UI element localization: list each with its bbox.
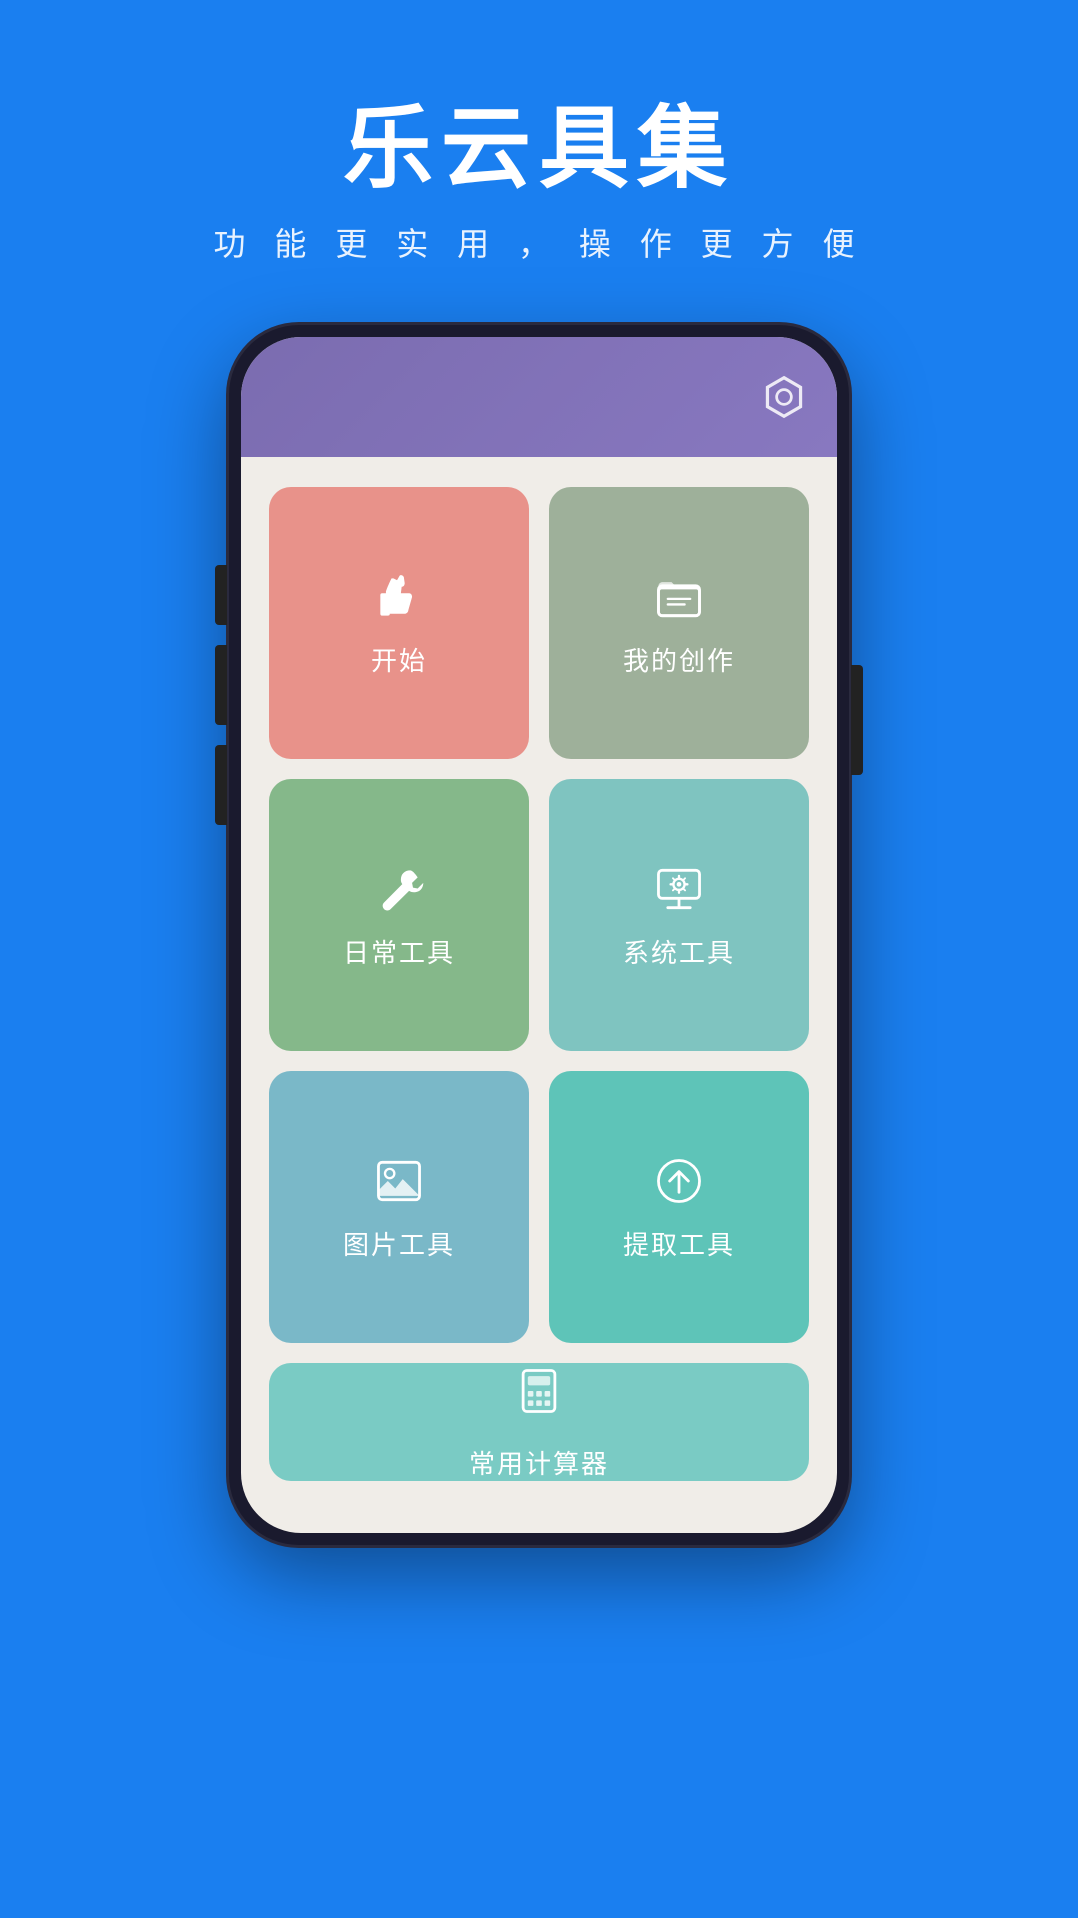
phone-button-vol-up: [215, 645, 227, 725]
phone-button-vol-down: [215, 745, 227, 825]
cell-calc-label: 常用计算器: [469, 1444, 609, 1481]
settings-hex-icon[interactable]: [761, 374, 807, 420]
grid-row-2: 日常工具: [269, 779, 809, 1051]
cell-image[interactable]: 图片工具: [269, 1071, 529, 1343]
app-subtitle: 功 能 更 实 用 ， 操 作 更 方 便: [214, 219, 865, 265]
cell-start-label: 开始: [371, 641, 427, 678]
phone-frame: 开始 我的创作: [229, 325, 849, 1545]
calculator-icon: [511, 1363, 567, 1430]
image-frame-icon: [371, 1153, 427, 1209]
cell-image-label: 图片工具: [343, 1225, 455, 1262]
cell-daily[interactable]: 日常工具: [269, 779, 529, 1051]
phone-button-mute: [215, 565, 227, 625]
phone-screen: 开始 我的创作: [241, 337, 837, 1533]
cell-start[interactable]: 开始: [269, 487, 529, 759]
cell-calc[interactable]: 常用计算器: [269, 1363, 809, 1481]
cell-system[interactable]: 系统工具: [549, 779, 809, 1051]
phone-button-power: [851, 665, 863, 775]
cell-extract-label: 提取工具: [623, 1225, 735, 1262]
cell-system-label: 系统工具: [623, 933, 735, 970]
monitor-gear-icon: [651, 861, 707, 917]
cell-mywork[interactable]: 我的创作: [549, 487, 809, 759]
wrench-icon: [371, 861, 427, 917]
thumb-up-icon: [371, 569, 427, 625]
grid-row-4: 常用计算器: [269, 1363, 809, 1503]
phone-header-bar: [241, 337, 837, 457]
cell-extract[interactable]: 提取工具: [549, 1071, 809, 1343]
cell-daily-label: 日常工具: [343, 933, 455, 970]
upload-circle-icon: [651, 1153, 707, 1209]
phone-mockup: 开始 我的创作: [229, 325, 849, 1545]
app-title: 乐云具集: [214, 100, 865, 199]
phone-content: 开始 我的创作: [241, 457, 837, 1533]
grid-row-1: 开始 我的创作: [269, 487, 809, 759]
header: 乐云具集 功 能 更 实 用 ， 操 作 更 方 便: [214, 0, 865, 265]
grid-row-3: 图片工具 提取工具: [269, 1071, 809, 1343]
folder-doc-icon: [651, 569, 707, 625]
cell-mywork-label: 我的创作: [623, 641, 735, 678]
